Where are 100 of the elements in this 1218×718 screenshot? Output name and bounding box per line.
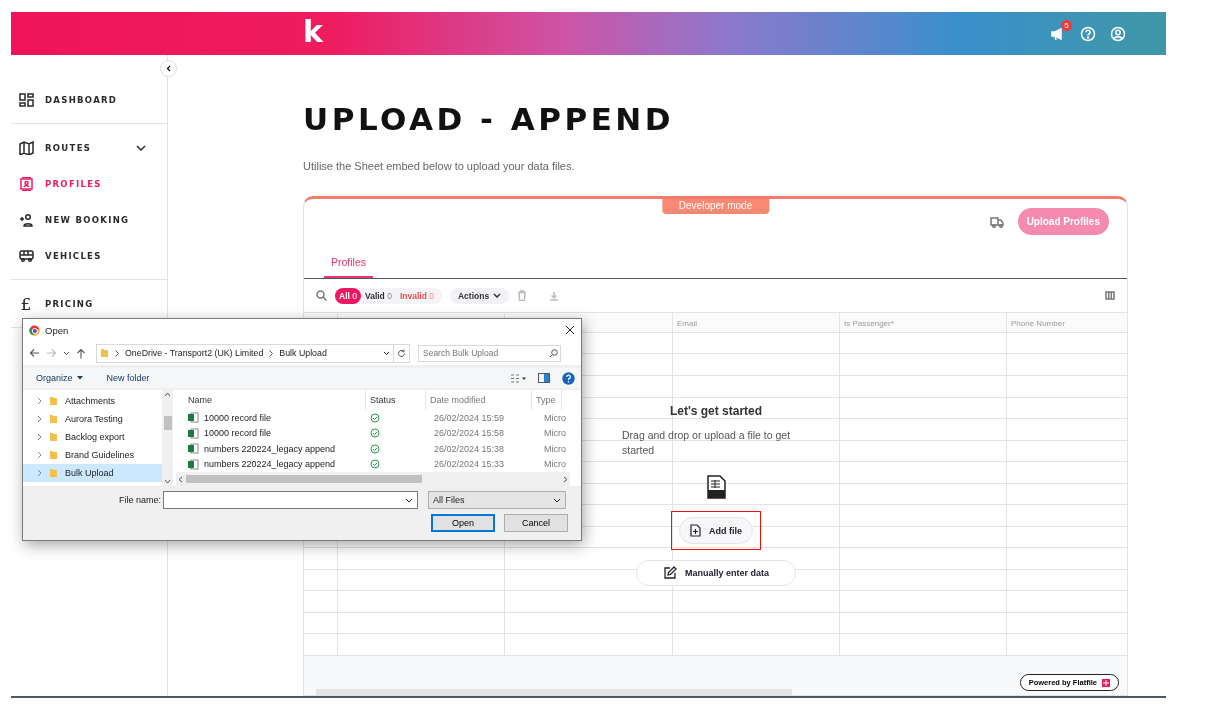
sidebar-item[interactable]: DASHBOARD <box>11 82 167 118</box>
scroll-up-icon[interactable] <box>164 392 171 397</box>
nav-icon <box>19 177 34 191</box>
file-type: Micro <box>543 459 567 470</box>
chevron-right-icon <box>37 451 42 459</box>
help-icon[interactable] <box>1080 25 1096 42</box>
check-circle-icon <box>370 412 380 423</box>
chevron-down-icon <box>136 145 146 151</box>
scroll-thumb[interactable] <box>163 416 172 430</box>
address-bar[interactable]: OneDrive - Transport2 (UK) Limited Bulk Upload <box>96 343 394 363</box>
sidebar-item[interactable]: ROUTES <box>11 130 167 166</box>
up-arrow-icon[interactable] <box>76 347 86 359</box>
file-date: 26/02/2024 15:58 <box>433 428 506 439</box>
file-name-field[interactable] <box>163 491 419 509</box>
scroll-thumb[interactable] <box>186 475 422 483</box>
filter-tab[interactable]: All 0 <box>335 287 361 304</box>
file-date: 26/02/2024 15:33 <box>433 459 506 470</box>
scroll-right-icon[interactable] <box>563 475 568 483</box>
nav-icon <box>19 141 34 155</box>
breadcrumb[interactable]: OneDrive - Transport2 (UK) Limited <box>125 348 264 358</box>
column-header[interactable]: Status <box>366 390 426 410</box>
search-field[interactable]: Search Bulk Upload <box>418 344 561 362</box>
filter-tab[interactable]: Valid 0 <box>360 287 396 304</box>
browser-logo-icon <box>29 324 40 336</box>
spreadsheet-icon <box>188 412 199 424</box>
column-header: Email <box>677 319 697 328</box>
column-header: Is Passenger* <box>844 319 894 328</box>
sidebar-item[interactable]: NEW BOOKING <box>11 202 167 238</box>
truck-icon[interactable] <box>989 215 1004 228</box>
check-circle-icon <box>370 443 380 454</box>
column-header[interactable]: Name <box>176 390 366 410</box>
mode-badge: Developer mode <box>661 199 770 214</box>
notification-badge: 5 <box>1061 19 1072 31</box>
scroll-left-icon[interactable] <box>178 475 183 483</box>
file-type-dropdown[interactable]: All Files <box>428 491 567 509</box>
column-header[interactable]: Type <box>532 390 562 410</box>
open-button[interactable]: Open <box>431 514 495 532</box>
collapse-button[interactable] <box>160 60 177 77</box>
close-icon[interactable] <box>565 325 575 335</box>
scrollbar[interactable] <box>316 689 792 695</box>
folder-item[interactable]: Attachments <box>23 392 162 410</box>
cancel-button[interactable]: Cancel <box>504 514 568 532</box>
chevron-down-icon <box>383 350 390 356</box>
folder-item[interactable]: Bulk Upload <box>23 464 162 482</box>
pound-icon: £ <box>19 294 34 314</box>
refresh-button[interactable] <box>393 343 410 363</box>
chevron-right-icon <box>37 433 42 441</box>
file-plus-icon <box>690 524 701 537</box>
spreadsheet-icon <box>188 427 199 439</box>
chevron-right-icon <box>37 397 42 405</box>
sidebar-item[interactable]: £ PRICING <box>11 286 167 322</box>
chevron-down-icon <box>493 293 502 298</box>
new-folder-button[interactable]: New folder <box>106 373 150 383</box>
folder-item[interactable]: Aurora Testing <box>23 410 162 428</box>
nav-icon <box>19 249 34 263</box>
actions-button[interactable]: Actions <box>449 287 510 304</box>
check-circle-icon <box>370 428 380 439</box>
user-icon[interactable] <box>1110 25 1126 42</box>
logo[interactable]: k <box>303 16 323 47</box>
page-subtitle: Utilise the Sheet embed below to upload your data files. <box>303 160 576 172</box>
sidebar-item[interactable]: PROFILES <box>11 166 167 202</box>
edit-icon <box>663 566 677 580</box>
chevron-down-icon[interactable] <box>63 350 70 356</box>
scrollbar[interactable] <box>162 390 173 486</box>
chevron-right-icon <box>115 349 119 357</box>
empty-state-title: Let's get started <box>669 404 763 418</box>
caret-icon <box>76 376 83 380</box>
file-name-label: File name: <box>119 495 162 505</box>
columns-icon[interactable] <box>1105 291 1115 300</box>
file-type: Micro <box>543 412 567 423</box>
spreadsheet-file-icon <box>706 475 726 499</box>
spreadsheet-icon <box>188 443 199 455</box>
back-arrow-icon[interactable] <box>29 348 40 358</box>
plus-square-icon <box>1102 678 1110 687</box>
check-circle-icon <box>370 459 380 470</box>
nav-icon <box>19 93 34 107</box>
spreadsheet-icon <box>188 458 199 470</box>
file-type: Micro <box>543 428 567 439</box>
sidebar-item[interactable]: VEHICLES <box>11 238 167 274</box>
manual-entry-button[interactable]: Manually enter data <box>636 560 796 586</box>
preview-pane-icon[interactable] <box>538 373 550 383</box>
chevron-down-icon <box>405 497 414 503</box>
empty-state-message: Drag and drop or upload a file to get started <box>622 428 792 458</box>
chevron-right-icon <box>37 469 42 477</box>
file-date: 26/02/2024 15:59 <box>433 412 506 423</box>
tab[interactable]: Profiles <box>324 256 373 278</box>
add-file-button[interactable]: Add file <box>679 517 753 544</box>
folder-item[interactable]: Brand Guidelines <box>23 446 162 464</box>
help-icon[interactable] <box>562 371 575 385</box>
column-header[interactable]: Date modified <box>426 390 532 410</box>
organize-menu[interactable]: Organize <box>36 373 83 383</box>
scroll-down-icon[interactable] <box>164 479 171 484</box>
folder-item[interactable]: Backlog export <box>23 428 162 446</box>
search-icon[interactable] <box>316 290 327 301</box>
page-title: UPLOAD - APPEND <box>303 100 676 139</box>
file-type: Micro <box>543 443 567 454</box>
refresh-icon <box>397 348 406 358</box>
chevron-down-icon <box>553 497 562 503</box>
scrollbar[interactable] <box>176 472 570 486</box>
view-options-icon[interactable] <box>510 373 526 383</box>
